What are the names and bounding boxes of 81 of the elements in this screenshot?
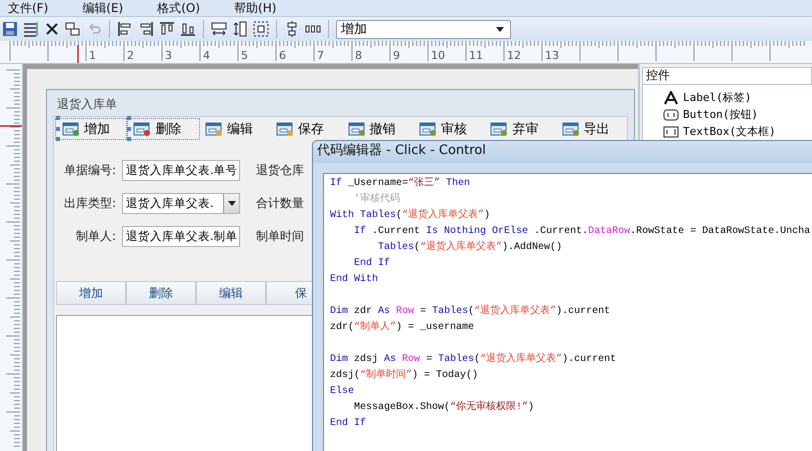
form-icon <box>348 121 366 137</box>
combo-box[interactable]: 退货入库单父表. <box>122 192 240 214</box>
field-label: 合计数量 <box>256 194 304 212</box>
toolbar-button[interactable]: 导出 <box>556 119 627 139</box>
code-line: Dim zdsj As Row = Tables(“退货入库单父表”).current <box>330 352 618 367</box>
toolbar-button[interactable]: 增加 <box>56 119 128 139</box>
menu-item[interactable]: 格式(O) <box>157 1 200 15</box>
same-size-icon[interactable] <box>253 21 269 37</box>
form-icon <box>133 121 152 137</box>
code-line: zdsj(“制单时间”) = Today() <box>330 368 480 383</box>
letter-icon <box>663 90 679 104</box>
code-line: If .Current Is Nothing OrElse .Current.DataRow.RowState = DataRowState.Uncha <box>353 224 812 239</box>
ruler-number: 3 <box>165 49 173 62</box>
ruler-number: 5 <box>241 49 249 62</box>
code-line: Tables(“退货入库单父表”).AddNew() <box>377 240 564 255</box>
form-icon <box>204 121 223 137</box>
field-label: 出库类型: <box>62 194 117 212</box>
tab-button[interactable]: 编辑 <box>196 281 266 305</box>
toolbar-button[interactable]: 弃审 <box>484 119 556 139</box>
toolbar-button[interactable]: 保存 <box>270 119 342 139</box>
same-width-icon[interactable] <box>211 21 227 37</box>
ruler-number: 4 <box>203 49 211 62</box>
tab-button[interactable]: 增加 <box>56 281 126 305</box>
input-field[interactable]: 退货入库单父表.制单 <box>122 226 240 246</box>
control-item[interactable]: TextBox(文本框) <box>663 123 812 140</box>
toolbar-button[interactable]: 编辑 <box>198 119 270 139</box>
align-top-icon[interactable] <box>159 21 175 37</box>
code-line: With Tables(“退货入库单父表”) <box>330 208 492 223</box>
ruler-number: 6 <box>279 49 287 62</box>
code-line: zdr(“制单人”) = _username <box>330 320 476 335</box>
field-label: 单据编号: <box>62 162 117 178</box>
ruler-number: 12 <box>507 49 522 62</box>
button-icon <box>663 108 679 122</box>
caret-icon <box>228 200 236 206</box>
form-icon <box>418 121 437 137</box>
form-icon <box>490 121 508 137</box>
window-title: 退货入库单 <box>56 96 118 113</box>
code-line: '审核代码 <box>353 192 402 207</box>
input-field[interactable]: 退货入库单父表.单号 <box>122 160 240 180</box>
align-right-icon[interactable] <box>138 21 154 37</box>
control-item[interactable]: Label(标签) <box>663 89 812 106</box>
control-item[interactable]: Button(按钮) <box>663 106 812 123</box>
form-icon <box>62 121 80 137</box>
code-line: End If <box>353 256 392 271</box>
ruler-number: 13 <box>545 49 560 62</box>
code-line: Dim zdr As Row = Tables(“退货入库单父表”).current <box>330 304 612 319</box>
control-dropdown[interactable]: 增加 <box>336 20 511 38</box>
copy-icon[interactable] <box>65 21 81 37</box>
ruler-number: 2 <box>127 49 135 62</box>
ruler-number: 10 <box>431 49 446 62</box>
form-icon <box>562 121 580 137</box>
delete-icon[interactable] <box>44 21 60 37</box>
window-title: 代码编辑器 - Click - Control <box>313 141 812 163</box>
tab-button[interactable]: 删除 <box>126 281 196 305</box>
panel-title: 控件 <box>642 67 812 85</box>
align-bottom-icon[interactable] <box>180 21 196 37</box>
menu-item[interactable]: 编辑(E) <box>82 1 124 15</box>
field-label: 退货仓库 <box>256 162 304 178</box>
toolbar-button[interactable]: 撤销 <box>342 119 413 139</box>
menu-item[interactable]: 帮助(H) <box>234 1 276 15</box>
toolbar-button[interactable]: 删除 <box>127 119 199 139</box>
ruler-number: 8 <box>355 49 363 62</box>
code-line: End If <box>330 416 368 431</box>
ruler-number: 9 <box>393 49 401 62</box>
save-icon[interactable] <box>2 21 18 37</box>
code-line: Else <box>330 384 356 399</box>
ruler-number: 11 <box>469 49 484 62</box>
form-icon <box>276 121 294 137</box>
caret-icon <box>496 26 504 32</box>
code-line: MessageBox.Show(“你无审核权限!”) <box>353 400 536 415</box>
field-label: 制单人: <box>74 228 117 244</box>
same-height-icon[interactable] <box>232 21 248 37</box>
textbox-icon <box>663 124 679 138</box>
toolbar-button[interactable]: 审核 <box>412 119 484 139</box>
ruler-number: 1 <box>89 49 97 62</box>
menu-item[interactable]: 文件(F) <box>8 1 48 15</box>
field-label: 制单时间 <box>256 228 304 244</box>
properties-icon[interactable] <box>23 21 39 37</box>
ruler-number: 7 <box>317 49 325 62</box>
align-left-icon[interactable] <box>117 21 133 37</box>
code-line: If _Username=“张三” Then <box>330 176 472 191</box>
